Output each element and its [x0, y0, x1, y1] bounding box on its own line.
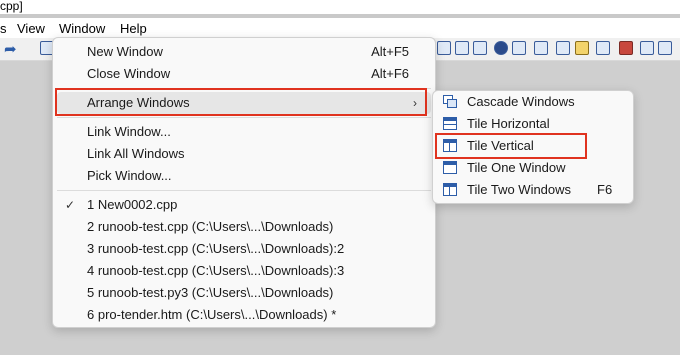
highlight-tile-vertical: [435, 133, 587, 159]
cascade-windows-icon: [443, 95, 457, 108]
menu-item-link-all-windows[interactable]: Link All Windows: [57, 143, 431, 165]
submenu-item-tile-two-windows[interactable]: Tile Two Windows F6: [437, 179, 629, 201]
window-title: cpp]: [0, 0, 23, 13]
tile-two-windows-icon: [443, 183, 457, 196]
toolbar-tree-icon[interactable]: [534, 41, 548, 55]
menu-item-open-window-5[interactable]: 5 runoob-test.py3 (C:\Users\...\Download…: [57, 282, 431, 304]
toolbar-list-icon[interactable]: [455, 41, 469, 55]
checkmark-icon: ✓: [65, 198, 76, 212]
toolbar-bird-icon[interactable]: [658, 41, 672, 55]
window-menu: New Window Alt+F5 Close Window Alt+F6 Ar…: [52, 37, 436, 328]
title-bar: cpp]: [0, 0, 680, 14]
menu-item-open-window-3[interactable]: 3 runoob-test.cpp (C:\Users\...\Download…: [57, 238, 431, 260]
toolbar-select-icon[interactable]: [512, 41, 526, 55]
menu-separator: [57, 117, 431, 118]
menu-item-open-window-2[interactable]: 2 runoob-test.cpp (C:\Users\...\Download…: [57, 216, 431, 238]
toolbar-print-icon[interactable]: [640, 41, 654, 55]
tile-one-window-icon: [443, 161, 457, 174]
toolbar-grid-icon[interactable]: [437, 41, 451, 55]
menu-view[interactable]: View: [17, 21, 45, 36]
menu-bar: s View Window Help: [0, 18, 680, 38]
menu-separator: [57, 190, 431, 191]
menu-item-close-window[interactable]: Close Window Alt+F6: [57, 63, 431, 85]
redo-icon[interactable]: ➦: [4, 40, 17, 58]
menu-item-pick-window[interactable]: Pick Window...: [57, 165, 431, 187]
toolbar-s-icon[interactable]: [556, 41, 570, 55]
highlight-arrange-windows: [55, 88, 427, 116]
tile-horizontal-icon: [443, 117, 457, 130]
submenu-item-cascade-windows[interactable]: Cascade Windows: [437, 91, 629, 113]
submenu-item-tile-one-window[interactable]: Tile One Window: [437, 157, 629, 179]
toolbar-settings-icon[interactable]: [619, 41, 633, 55]
menu-help[interactable]: Help: [120, 21, 147, 36]
menu-item-link-window[interactable]: Link Window...: [57, 121, 431, 143]
toolbar-copy-icon[interactable]: [473, 41, 487, 55]
toolbar-folder-icon[interactable]: [575, 41, 589, 55]
menu-item-open-window-1[interactable]: ✓ 1 New0002.cpp: [57, 194, 431, 216]
menu-item-new-window[interactable]: New Window Alt+F5: [57, 41, 431, 63]
menu-window[interactable]: Window: [59, 21, 106, 36]
submenu-item-tile-horizontal[interactable]: Tile Horizontal: [437, 113, 629, 135]
menu-file-partial[interactable]: s: [0, 21, 7, 36]
toolbar-help-icon[interactable]: [596, 41, 610, 55]
toolbar-p-icon[interactable]: [494, 41, 508, 55]
menu-item-open-window-6[interactable]: 6 pro-tender.htm (C:\Users\...\Downloads…: [57, 304, 431, 326]
menu-item-open-window-4[interactable]: 4 runoob-test.cpp (C:\Users\...\Download…: [57, 260, 431, 282]
